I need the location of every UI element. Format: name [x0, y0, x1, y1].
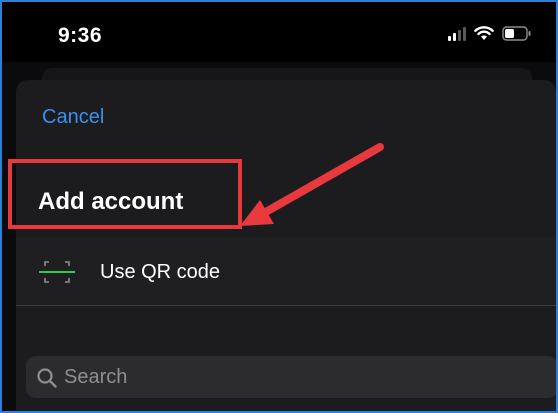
sheet-title: Add account: [38, 188, 184, 215]
use-qr-code-option[interactable]: Use QR code: [16, 237, 556, 306]
status-time: 9:36: [58, 24, 103, 47]
search-icon: [36, 367, 58, 394]
wifi-icon: [474, 26, 494, 41]
search-input[interactable]: [64, 362, 534, 392]
cancel-button[interactable]: Cancel: [42, 106, 104, 129]
status-bar: 9:36: [2, 2, 556, 62]
add-account-sheet: Cancel Add account Use QR code: [16, 80, 556, 411]
cellular-signal-icon: [448, 26, 466, 41]
screenshot-frame: 9:36 Cancel Add account Use QR code Sear…: [0, 0, 558, 413]
battery-icon: [502, 26, 532, 41]
status-icons: [448, 26, 532, 41]
qr-scan-icon: [38, 259, 76, 290]
search-bar[interactable]: [26, 356, 556, 398]
use-qr-code-label: Use QR code: [100, 261, 221, 283]
